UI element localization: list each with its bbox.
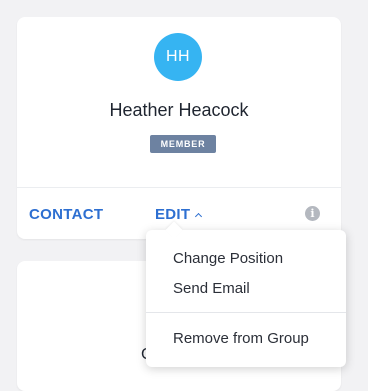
edit-dropdown-menu: Change Position Send Email Remove from G… <box>146 230 346 367</box>
edit-button[interactable]: EDIT <box>155 206 203 223</box>
avatar-initials: HH <box>165 48 191 65</box>
info-icon[interactable]: i <box>305 206 320 221</box>
menu-divider <box>146 312 346 313</box>
contact-button[interactable]: CONTACT <box>29 206 103 223</box>
member-card: HH Heather Heacock MEMBER CONTACT EDIT i <box>17 17 341 239</box>
menu-item-send-email[interactable]: Send Email <box>173 280 250 297</box>
avatar: HH <box>154 33 202 81</box>
member-name: Heather Heacock <box>109 100 249 120</box>
menu-item-remove-from-group[interactable]: Remove from Group <box>173 330 309 347</box>
chevron-up-icon <box>195 212 203 220</box>
menu-item-change-position[interactable]: Change Position <box>173 250 283 267</box>
edit-label: EDIT <box>155 206 191 223</box>
contact-label: CONTACT <box>29 206 104 223</box>
card-divider <box>17 187 341 188</box>
role-badge: MEMBER <box>150 135 216 153</box>
